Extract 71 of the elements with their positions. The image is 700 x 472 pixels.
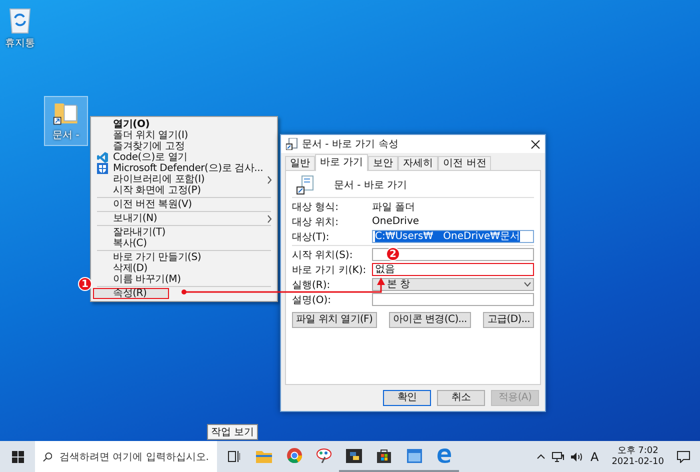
menu-item[interactable]: 즐겨찾기에 고정 <box>93 141 275 152</box>
input-method-indicator[interactable]: A <box>590 450 599 464</box>
menu-item[interactable]: 라이브러리에 포함(I) <box>93 174 275 185</box>
speaker-icon[interactable] <box>571 452 584 462</box>
window-title: 문서 - 바로 가기 속성 <box>302 138 400 151</box>
menu-item[interactable]: 속성(R) <box>93 288 169 299</box>
edge-browser-icon <box>436 448 452 463</box>
app-window-icon <box>346 448 362 462</box>
icon-label: 휴지통 <box>5 37 35 50</box>
vscode-icon <box>97 152 108 163</box>
menu-item[interactable]: 보내기(N) <box>93 213 275 224</box>
chevron-right-icon <box>267 214 272 222</box>
dialog-button[interactable]: 취소 <box>437 390 485 406</box>
menu-item[interactable]: 시작 화면에 고정(P) <box>93 185 275 196</box>
field-label: 대상 형식: <box>292 200 340 214</box>
input-field[interactable] <box>372 293 534 306</box>
menu-item[interactable]: 이름 바꾸기(M) <box>93 274 275 285</box>
field-value: OneDrive <box>372 216 420 227</box>
tab[interactable]: 자세히 <box>398 156 438 170</box>
tab[interactable]: 일반 <box>285 156 315 170</box>
dialog-button[interactable]: 확인 <box>383 390 431 406</box>
folder-icon <box>256 448 272 462</box>
input-field[interactable] <box>372 248 534 261</box>
chevron-down-icon <box>524 282 531 287</box>
menu-item[interactable]: 복사(C) <box>93 238 275 249</box>
caret-up-icon[interactable] <box>537 454 546 459</box>
field-label: 실행(R): <box>292 278 332 292</box>
network-icon[interactable] <box>552 452 564 462</box>
task-view-icon[interactable] <box>228 451 240 462</box>
menu-item[interactable]: 삭제(D) <box>93 263 275 274</box>
menu-item[interactable]: Code(으)로 열기 <box>93 152 275 163</box>
tab[interactable]: 바로 가기 <box>315 154 368 171</box>
menu-item[interactable]: 열기(O) <box>93 119 275 130</box>
clock-time[interactable]: 오후 7:02 <box>617 446 658 456</box>
search-field[interactable]: 검색하려면 여기에 입력하십시오. <box>35 441 217 472</box>
tab[interactable]: 보안 <box>368 156 398 170</box>
menu-item[interactable]: Microsoft Defender(으)로 검사... <box>93 163 275 174</box>
shortcut-icon <box>286 138 298 150</box>
menu-item[interactable]: 잘라내기(T) <box>93 227 275 238</box>
step-badge: 1 <box>78 277 92 291</box>
menu-item[interactable]: 이전 버전 복원(V) <box>93 199 275 210</box>
folder-shortcut-icon <box>296 175 316 195</box>
windows-start-icon[interactable] <box>12 450 24 462</box>
tooltip: 작업 보기 <box>207 424 258 440</box>
field-label: 대상 위치: <box>292 216 340 228</box>
close-icon[interactable] <box>531 140 540 148</box>
tab[interactable]: 이전 버전 <box>438 156 492 170</box>
field-label: 시작 위치(S): <box>292 248 354 262</box>
shield-icon <box>97 163 108 174</box>
calendar-icon <box>406 448 422 462</box>
action-button[interactable]: 아이콘 변경(C)... <box>389 312 471 328</box>
paint-palette-icon <box>316 448 332 463</box>
action-button[interactable]: 고급(D)... <box>483 312 534 328</box>
menu-item[interactable]: 바로 가기 만들기(S) <box>93 252 275 263</box>
field-label: 바로 가기 키(K): <box>292 264 368 276</box>
field-label: 대상(T): <box>292 230 330 244</box>
menu-item[interactable]: 폴더 위치 열기(I) <box>93 130 275 141</box>
chevron-right-icon <box>267 176 272 184</box>
icon-label: 문서 - <box>52 129 80 142</box>
field-value: 파일 폴더 <box>372 200 416 214</box>
notification-icon[interactable] <box>677 450 690 462</box>
input-field[interactable]: 없음 <box>372 263 534 276</box>
action-button[interactable]: 파일 위치 열기(F) <box>292 312 377 328</box>
dropdown[interactable]: 본 창 <box>372 278 534 291</box>
chrome-icon <box>286 448 302 463</box>
search-icon <box>43 452 52 462</box>
target-field[interactable]: C:₩Users₩ OneDrive₩문서 <box>372 230 534 243</box>
store-bag-icon <box>377 448 391 463</box>
clock-date[interactable]: 2021-02-10 <box>612 456 664 468</box>
field-label: 설명(O): <box>292 294 332 306</box>
shortcut-name: 문서 - 바로 가기 <box>334 179 408 192</box>
